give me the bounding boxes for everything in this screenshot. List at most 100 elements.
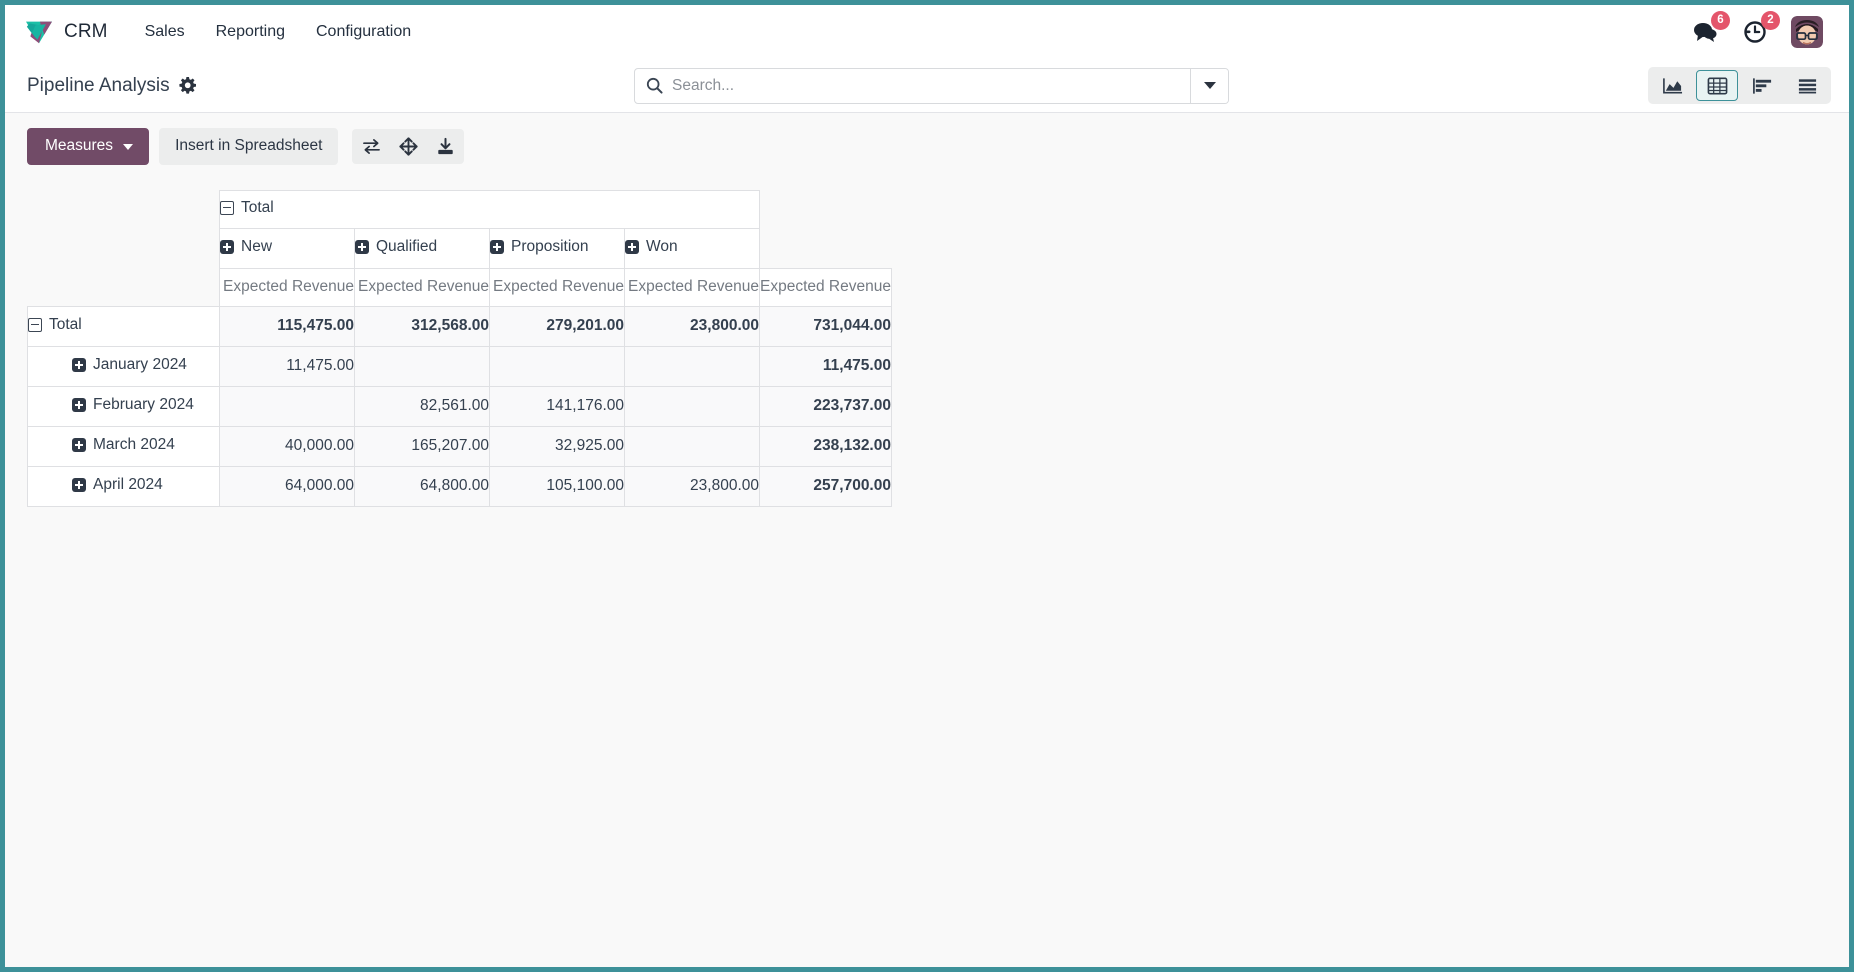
cell-january-qualified[interactable] (355, 346, 490, 386)
cell-january-total[interactable]: 11,475.00 (760, 346, 892, 386)
cell-february-total[interactable]: 223,737.00 (760, 386, 892, 426)
view-switcher-cohort[interactable] (1741, 70, 1783, 101)
search-view (634, 68, 1229, 104)
cell-total-proposition[interactable]: 279,201.00 (490, 306, 625, 346)
cell-march-proposition[interactable]: 32,925.00 (490, 426, 625, 466)
view-switcher (1648, 67, 1831, 104)
row-header-total[interactable]: Total (28, 306, 220, 346)
nav-item-reporting[interactable]: Reporting (201, 16, 300, 48)
expand-icon (72, 398, 86, 412)
bar-chart-icon (1752, 76, 1773, 96)
measures-button-label: Measures (45, 137, 113, 156)
nav-links: Sales Reporting Configuration (130, 16, 427, 48)
measure-header-proposition[interactable]: Expected Revenue (490, 268, 625, 306)
measure-header-qualified[interactable]: Expected Revenue (355, 268, 490, 306)
measure-header-new[interactable]: Expected Revenue (220, 268, 355, 306)
flip-axis-button[interactable] (354, 131, 388, 162)
table-row: April 2024 64,000.00 64,800.00 105,100.0… (28, 466, 892, 506)
pivot-table-icon (1707, 76, 1728, 96)
col-header-proposition[interactable]: Proposition (490, 228, 625, 268)
insert-in-spreadsheet-button[interactable]: Insert in Spreadsheet (159, 128, 338, 165)
download-xlsx-button[interactable] (428, 131, 462, 162)
pivot-toolbar: Measures Insert in Spreadsheet (5, 113, 1849, 179)
expand-icon (625, 240, 639, 254)
cell-total-qualified[interactable]: 312,568.00 (355, 306, 490, 346)
cell-january-proposition[interactable] (490, 346, 625, 386)
nav-item-sales[interactable]: Sales (130, 16, 200, 48)
pivot-table-wrapper: Total New (5, 179, 1849, 507)
col-header-label: Won (646, 238, 678, 256)
cell-total-won[interactable]: 23,800.00 (625, 306, 760, 346)
nav-item-configuration[interactable]: Configuration (301, 16, 426, 48)
expand-icon (220, 240, 234, 254)
view-switcher-list[interactable] (1786, 70, 1828, 101)
cell-march-won[interactable] (625, 426, 760, 466)
application-window: CRM Sales Reporting Configuration 6 (0, 0, 1854, 972)
row-header-label: February 2024 (93, 396, 194, 414)
cell-april-new[interactable]: 64,000.00 (220, 466, 355, 506)
cell-total-new[interactable]: 115,475.00 (220, 306, 355, 346)
table-row: February 2024 82,561.00 141,176.00 223,7… (28, 386, 892, 426)
pivot-view-content: Measures Insert in Spreadsheet (5, 113, 1849, 967)
activities-menu-button[interactable]: 2 (1741, 18, 1769, 46)
navbar-right-tools: 6 2 (1691, 16, 1831, 48)
cell-february-won[interactable] (625, 386, 760, 426)
cell-april-total[interactable]: 257,700.00 (760, 466, 892, 506)
row-header-january-2024[interactable]: January 2024 (28, 346, 220, 386)
col-header-new[interactable]: New (220, 228, 355, 268)
row-header-april-2024[interactable]: April 2024 (28, 466, 220, 506)
messages-menu-button[interactable]: 6 (1691, 18, 1719, 46)
cell-january-new[interactable]: 11,475.00 (220, 346, 355, 386)
cell-total-grand[interactable]: 731,044.00 (760, 306, 892, 346)
pivot-table-body: Total 115,475.00 312,568.00 279,201.00 2… (28, 306, 892, 506)
breadcrumb: Pipeline Analysis (27, 75, 327, 97)
page-title: Pipeline Analysis (27, 75, 170, 97)
cell-february-qualified[interactable]: 82,561.00 (355, 386, 490, 426)
crm-logo-icon (25, 19, 53, 45)
expand-icon (355, 240, 369, 254)
pivot-corner-cell-2 (28, 228, 220, 268)
col-header-qualified[interactable]: Qualified (355, 228, 490, 268)
search-input[interactable] (672, 77, 1179, 95)
col-header-label: Proposition (511, 238, 589, 256)
cell-april-proposition[interactable]: 105,100.00 (490, 466, 625, 506)
expand-all-button[interactable] (391, 131, 425, 162)
row-header-march-2024[interactable]: March 2024 (28, 426, 220, 466)
col-group-total-header[interactable]: Total (220, 190, 760, 228)
view-switcher-graph[interactable] (1651, 70, 1693, 101)
list-icon (1797, 76, 1818, 96)
table-row: January 2024 11,475.00 11,475.00 (28, 346, 892, 386)
expand-icon (72, 358, 86, 372)
cell-april-qualified[interactable]: 64,800.00 (355, 466, 490, 506)
col-header-won[interactable]: Won (625, 228, 760, 268)
cell-january-won[interactable] (625, 346, 760, 386)
measures-button[interactable]: Measures (27, 128, 149, 165)
measure-header-won[interactable]: Expected Revenue (625, 268, 760, 306)
cell-february-new[interactable] (220, 386, 355, 426)
view-switcher-pivot[interactable] (1696, 70, 1738, 101)
user-avatar[interactable] (1791, 16, 1823, 48)
expand-icon (72, 438, 86, 452)
activities-badge-count: 2 (1761, 11, 1780, 30)
cell-march-total[interactable]: 238,132.00 (760, 426, 892, 466)
pivot-table-head: Total New (28, 190, 892, 306)
area-chart-icon (1662, 76, 1683, 96)
pivot-corner-cell (28, 190, 220, 228)
pivot-header-row-group: Total (28, 190, 892, 228)
row-header-february-2024[interactable]: February 2024 (28, 386, 220, 426)
brand-block[interactable]: CRM (25, 19, 108, 45)
download-icon (436, 137, 455, 156)
brand-name: CRM (64, 21, 108, 43)
collapse-icon (220, 201, 234, 215)
cell-march-qualified[interactable]: 165,207.00 (355, 426, 490, 466)
measure-header-total[interactable]: Expected Revenue (760, 268, 892, 306)
cell-march-new[interactable]: 40,000.00 (220, 426, 355, 466)
table-row: March 2024 40,000.00 165,207.00 32,925.0… (28, 426, 892, 466)
pivot-corner-cell-3 (28, 268, 220, 306)
gear-icon[interactable] (179, 77, 196, 94)
search-input-wrapper[interactable] (635, 69, 1190, 103)
cell-april-won[interactable]: 23,800.00 (625, 466, 760, 506)
cell-february-proposition[interactable]: 141,176.00 (490, 386, 625, 426)
chevron-down-icon (1204, 82, 1216, 89)
search-dropdown-toggle[interactable] (1190, 69, 1228, 103)
